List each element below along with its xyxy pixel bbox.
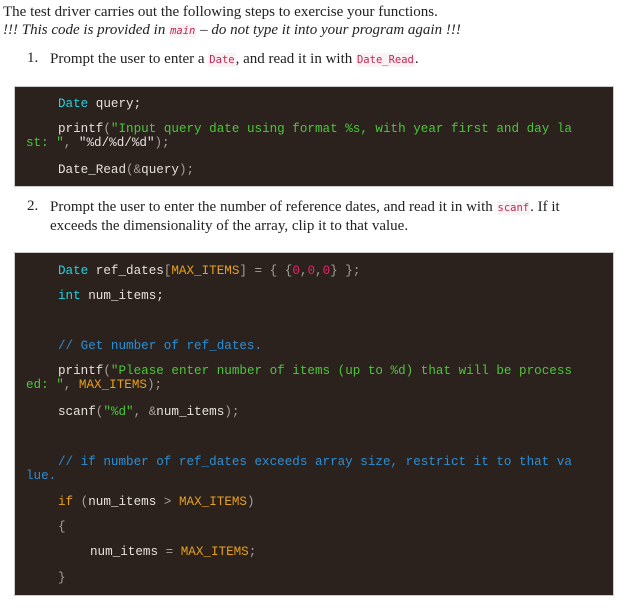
string-token: st: ": [26, 136, 64, 150]
step-number: 1.: [27, 50, 39, 66]
text: . If it: [530, 199, 560, 215]
close-brace: }: [58, 571, 66, 585]
punct-token: (: [103, 364, 111, 378]
string-token: ed: ": [26, 378, 64, 392]
open-brace: {: [58, 520, 66, 534]
warning-text: !!! This code is provided in main – do n…: [3, 22, 461, 39]
punct-token: ,: [315, 264, 323, 278]
macro-token: MAX_ITEMS: [180, 545, 249, 559]
code-line: scanf("%d", &num_items);: [58, 405, 239, 419]
number-token: 0: [322, 264, 331, 278]
punct-token: ;: [248, 545, 257, 559]
keyword-token: if: [58, 495, 74, 509]
macro-token: MAX_ITEMS: [171, 264, 240, 278]
punct-token: (: [103, 122, 111, 136]
token: ref_dates: [88, 264, 164, 278]
punct-token: );: [224, 405, 240, 419]
token: num_items;: [80, 289, 164, 303]
function-token: printf: [58, 122, 104, 136]
text: Prompt the user to enter the number of r…: [50, 199, 497, 215]
token: num_items: [88, 495, 157, 509]
punct-token: ): [247, 495, 255, 509]
token: num_items: [156, 405, 225, 419]
inline-code-scanf: scanf: [496, 201, 531, 215]
type-token: Date: [58, 264, 89, 278]
code-comment: // if number of ref_dates exceeds array …: [58, 455, 572, 469]
punct-token: );: [178, 163, 195, 177]
token: query;: [88, 97, 142, 111]
punct-token: ,: [133, 405, 149, 419]
code-comment-wrap: lue.: [26, 469, 57, 483]
step-number: 2.: [27, 198, 39, 214]
code-line: printf("Please enter number of items (up…: [58, 364, 572, 378]
warning-post: – do not type it into your program again…: [196, 22, 461, 38]
intro-text: The test driver carries out the followin…: [3, 4, 438, 20]
code-line: printf("Input query date using format %s…: [58, 122, 572, 136]
text: .: [414, 51, 419, 67]
punct-token: );: [146, 378, 163, 392]
code-line-wrap: st: ", "%d/%d/%d");: [26, 136, 170, 150]
function-token: Date_Read: [58, 163, 127, 177]
number-token: 0: [307, 264, 316, 278]
code-line-wrap: ed: ", MAX_ITEMS);: [26, 378, 162, 392]
function-token: printf: [58, 364, 104, 378]
string-token: "Please enter number of items (up to %d)…: [110, 364, 572, 378]
string-token: "Input query date using format %s, with …: [110, 122, 572, 136]
code-line: Date_Read(&query);: [58, 163, 194, 177]
inline-code-date-read: Date_Read: [355, 53, 415, 67]
token: query: [141, 163, 179, 177]
code-block-1: Date query; printf("Input query date usi…: [14, 86, 614, 187]
code-line: num_items = MAX_ITEMS;: [90, 545, 256, 559]
punct-token: ,: [63, 378, 79, 392]
punct-token: = { {: [246, 264, 293, 278]
string-token: "%d/%d/%d": [78, 136, 155, 150]
punct-token: );: [154, 136, 170, 150]
punct-token: (: [126, 163, 134, 177]
punct-token: >: [156, 495, 179, 509]
code-line: if (num_items > MAX_ITEMS): [58, 495, 255, 509]
code-line: Date ref_dates[MAX_ITEMS] = { {0,0,0} };: [58, 264, 360, 278]
token: num_items: [90, 545, 159, 559]
code-block-2: Date ref_dates[MAX_ITEMS] = { {0,0,0} };…: [14, 252, 614, 596]
punct-token: } };: [330, 264, 361, 278]
punct-token: ]: [239, 264, 247, 278]
warning-pre: !!! This code is provided in: [3, 22, 170, 38]
text: exceeds the dimensionality of the array,…: [50, 218, 409, 234]
number-token: 0: [292, 264, 300, 278]
macro-token: MAX_ITEMS: [78, 378, 147, 392]
text: Prompt the user to enter a: [50, 51, 209, 67]
code-line: int num_items;: [58, 289, 164, 303]
punct-token: ,: [63, 136, 79, 150]
function-token: scanf: [58, 405, 96, 419]
punct-token: (: [73, 495, 89, 509]
code-comment: // Get number of ref_dates.: [58, 339, 263, 353]
type-token: int: [58, 289, 81, 303]
punct-token: =: [158, 545, 181, 559]
step-text: Prompt the user to enter a Date, and rea…: [50, 50, 419, 69]
inline-code-date: Date: [208, 53, 236, 67]
step-text: Prompt the user to enter the number of r…: [50, 198, 560, 235]
code-line: Date query;: [58, 97, 141, 111]
text: , and read it in with: [235, 51, 356, 67]
type-token: Date: [58, 97, 89, 111]
inline-code-main: main: [169, 24, 197, 38]
macro-token: MAX_ITEMS: [178, 495, 247, 509]
string-token: "%d": [103, 405, 134, 419]
